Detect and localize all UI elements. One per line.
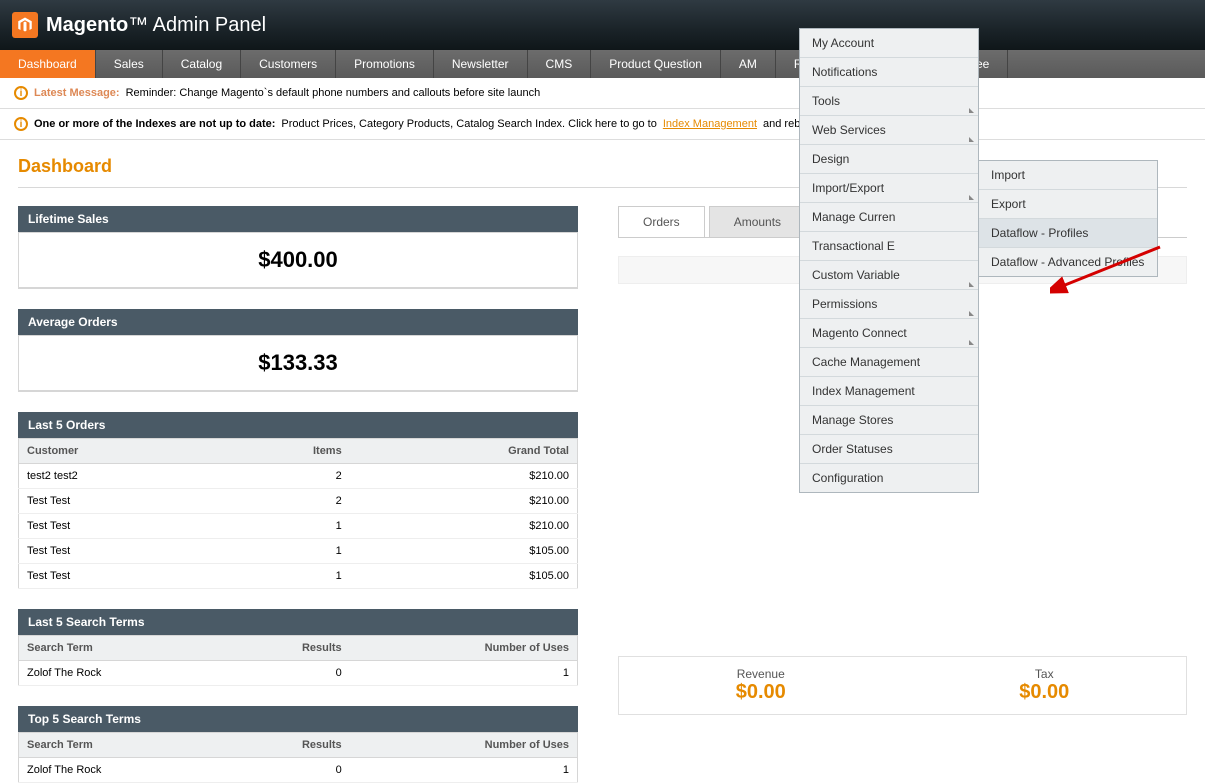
menu-permissions[interactable]: Permissions [800,290,978,319]
nav-catalog[interactable]: Catalog [163,50,241,78]
top5search-header: Top 5 Search Terms [18,706,578,732]
col-header: Customer [19,439,219,464]
revenue-label: Revenue [629,667,893,681]
last5orders-header: Last 5 Orders [18,412,578,438]
last5search-table: Search TermResultsNumber of UsesZolof Th… [18,635,578,686]
average-orders-header: Average Orders [18,309,578,335]
revenue-summary: Revenue $0.00 Tax $0.00 [618,656,1187,715]
col-header: Search Term [19,733,224,758]
table-row[interactable]: test2 test22$210.00 [19,464,578,489]
tab-amounts[interactable]: Amounts [709,206,806,237]
table-row[interactable]: Zolof The Rock01 [19,758,578,783]
brand-name: Magento [46,14,128,36]
col-header: Results [224,733,350,758]
menu-web-services[interactable]: Web Services [800,116,978,145]
submenu-export[interactable]: Export [979,190,1157,219]
col-header: Number of Uses [350,636,578,661]
menu-tools[interactable]: Tools [800,87,978,116]
index-message-label: One or more of the Indexes are not up to… [34,118,275,130]
nav-cms[interactable]: CMS [528,50,592,78]
table-row[interactable]: Test Test2$210.00 [19,489,578,514]
info-icon: i [14,117,28,131]
col-header: Search Term [19,636,224,661]
submenu-dataflow-profiles[interactable]: Dataflow - Profiles [979,219,1157,248]
submenu-import[interactable]: Import [979,161,1157,190]
last5search-header: Last 5 Search Terms [18,609,578,635]
menu-notifications[interactable]: Notifications [800,58,978,87]
nav-promotions[interactable]: Promotions [336,50,434,78]
col-header: Items [218,439,350,464]
table-row[interactable]: Test Test1$105.00 [19,564,578,589]
nav-customers[interactable]: Customers [241,50,336,78]
submenu-dataflow-advanced-profiles[interactable]: Dataflow - Advanced Profiles [979,248,1157,276]
logo: Magento™ Admin Panel [12,12,266,38]
col-header: Results [224,636,350,661]
menu-magento-connect[interactable]: Magento Connect [800,319,978,348]
last5orders-table: CustomerItemsGrand Totaltest2 test22$210… [18,438,578,589]
menu-design[interactable]: Design [800,145,978,174]
top5search-table: Search TermResultsNumber of UsesZolof Th… [18,732,578,783]
table-row[interactable]: Test Test1$210.00 [19,514,578,539]
main-nav: DashboardSalesCatalogCustomersPromotions… [0,50,1205,78]
lifetime-sales-header: Lifetime Sales [18,206,578,232]
magento-icon [12,12,38,38]
table-row[interactable]: Zolof The Rock01 [19,661,578,686]
col-header: Number of Uses [350,733,578,758]
nav-sales[interactable]: Sales [96,50,163,78]
system-dropdown: My AccountNotificationsToolsWeb Services… [799,28,979,493]
latest-message-label: Latest Message: [34,87,120,99]
menu-transactional-e[interactable]: Transactional E [800,232,978,261]
menu-configuration[interactable]: Configuration [800,464,978,492]
menu-manage-curren[interactable]: Manage Curren [800,203,978,232]
menu-my-account[interactable]: My Account [800,29,978,58]
menu-import-export[interactable]: Import/Export [800,174,978,203]
revenue-value: $0.00 [629,681,893,704]
brand-suffix: Admin Panel [153,14,266,36]
lifetime-sales-value: $400.00 [18,232,578,289]
col-header: Grand Total [350,439,578,464]
menu-index-management[interactable]: Index Management [800,377,978,406]
table-row[interactable]: Test Test1$105.00 [19,539,578,564]
tax-label: Tax [913,667,1177,681]
index-management-link[interactable]: Index Management [663,118,757,130]
nav-newsletter[interactable]: Newsletter [434,50,528,78]
info-icon: i [14,86,28,100]
header: Magento™ Admin Panel [0,0,1205,50]
import-export-submenu: ImportExportDataflow - ProfilesDataflow … [978,160,1158,277]
nav-am[interactable]: AM [721,50,776,78]
index-message: i One or more of the Indexes are not up … [0,109,1205,140]
nav-dashboard[interactable]: Dashboard [0,50,96,78]
latest-message-text: Reminder: Change Magento`s default phone… [126,87,541,99]
average-orders-value: $133.33 [18,335,578,392]
menu-manage-stores[interactable]: Manage Stores [800,406,978,435]
index-message-pre: Product Prices, Category Products, Catal… [281,118,656,130]
tab-orders[interactable]: Orders [618,206,705,237]
menu-custom-variable[interactable]: Custom Variable [800,261,978,290]
tax-value: $0.00 [913,681,1177,704]
nav-product-question[interactable]: Product Question [591,50,721,78]
menu-cache-management[interactable]: Cache Management [800,348,978,377]
menu-order-statuses[interactable]: Order Statuses [800,435,978,464]
latest-message: i Latest Message: Reminder: Change Magen… [0,78,1205,109]
